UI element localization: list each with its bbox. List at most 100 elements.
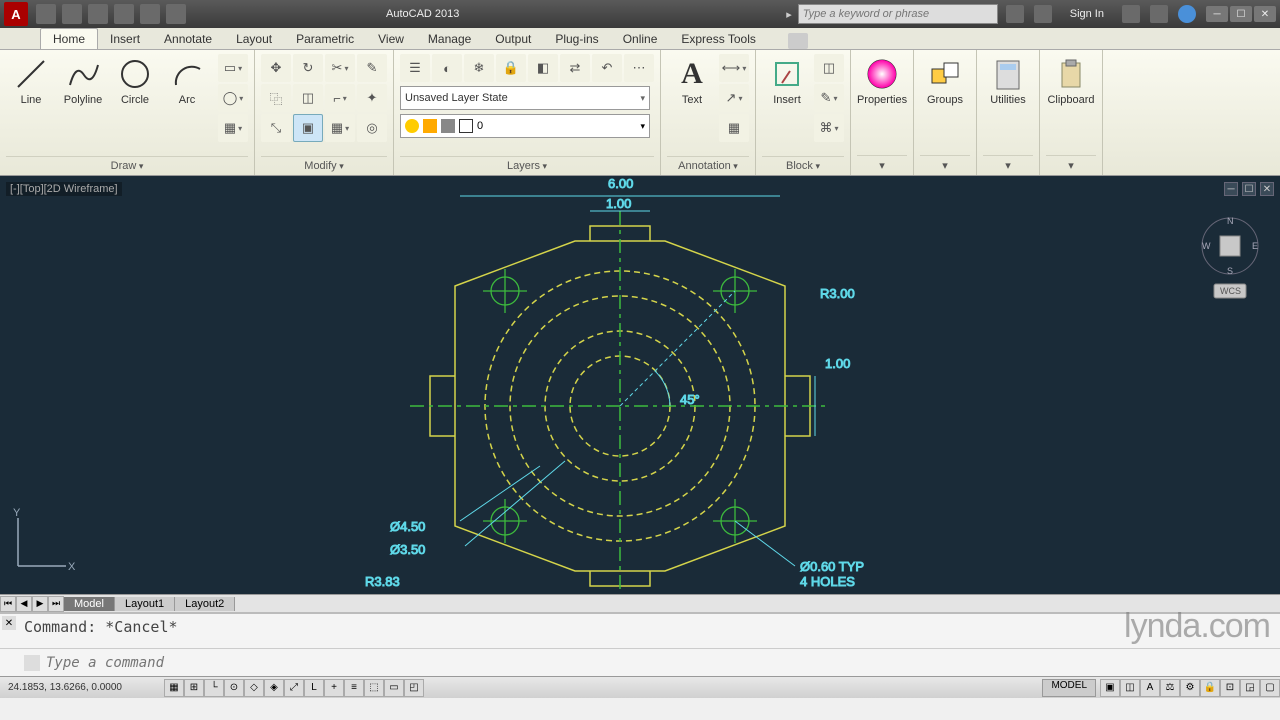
exchange-icon[interactable] <box>1122 5 1140 23</box>
tab-options-icon[interactable] <box>788 33 808 49</box>
otrack-toggle[interactable]: ⤢ <box>284 679 304 697</box>
arc-button[interactable]: Arc <box>162 54 212 142</box>
tab-first-icon[interactable]: ⏮ <box>0 596 16 612</box>
panel-clipboard-title[interactable]: ▾ <box>1068 160 1074 172</box>
qat-undo-icon[interactable] <box>114 4 134 24</box>
search-icon[interactable] <box>1006 5 1024 23</box>
panel-groups-title[interactable]: ▾ <box>942 160 948 172</box>
3dosnap-toggle[interactable]: ◈ <box>264 679 284 697</box>
status-annovis-icon[interactable]: ⚖ <box>1160 679 1180 697</box>
text-button[interactable]: AText <box>667 54 717 142</box>
explode-button[interactable]: ✦ <box>357 84 387 112</box>
tab-prev-icon[interactable]: ◀ <box>16 596 32 612</box>
tab-output[interactable]: Output <box>483 29 543 49</box>
copy-button[interactable]: ⿻ <box>261 84 291 112</box>
polyline-button[interactable]: Polyline <box>58 54 108 142</box>
panel-properties-title[interactable]: ▾ <box>879 160 885 172</box>
osnap-toggle[interactable]: ◇ <box>244 679 264 697</box>
panel-layers-title[interactable]: Layers <box>507 160 547 172</box>
signin-link[interactable]: Sign In <box>1070 8 1104 20</box>
tab-layout1[interactable]: Layout1 <box>115 597 175 611</box>
table-button[interactable]: ▦ <box>719 114 749 142</box>
status-quickview-icon[interactable]: ◫ <box>1120 679 1140 697</box>
dyn-toggle[interactable]: + <box>324 679 344 697</box>
layer-state-dropdown[interactable]: Unsaved Layer State▾ <box>400 86 650 110</box>
panel-modify-title[interactable]: Modify <box>304 160 343 172</box>
hatch-button[interactable]: ▦ <box>218 114 248 142</box>
mirror-button[interactable]: ◫ <box>293 84 323 112</box>
layer-freeze-button[interactable]: ❄ <box>464 54 494 82</box>
polar-toggle[interactable]: ⊙ <box>224 679 244 697</box>
ellipse-button[interactable]: ◯ <box>218 84 248 112</box>
dim-linear-button[interactable]: ⟷ <box>719 54 749 82</box>
layer-match-button[interactable]: ⇄ <box>560 54 590 82</box>
status-ws-icon[interactable]: ⚙ <box>1180 679 1200 697</box>
status-lock-icon[interactable]: 🔒 <box>1200 679 1220 697</box>
tpy-toggle[interactable]: ⬚ <box>364 679 384 697</box>
tab-online[interactable]: Online <box>611 29 670 49</box>
grid-toggle[interactable]: ⊞ <box>184 679 204 697</box>
layer-iso-button[interactable]: ◧ <box>528 54 558 82</box>
qp-toggle[interactable]: ▭ <box>384 679 404 697</box>
qat-print-icon[interactable] <box>166 4 186 24</box>
tab-last-icon[interactable]: ⏭ <box>48 596 64 612</box>
view-cube[interactable]: N S W E WCS <box>1200 216 1260 286</box>
scale-button[interactable]: ▣ <box>293 114 323 142</box>
array-button[interactable]: ▦ <box>325 114 355 142</box>
tab-insert[interactable]: Insert <box>98 29 152 49</box>
rectangle-button[interactable]: ▭ <box>218 54 248 82</box>
qat-new-icon[interactable] <box>36 4 56 24</box>
panel-draw-title[interactable]: Draw <box>111 160 144 172</box>
search-input[interactable] <box>798 4 998 24</box>
tab-view[interactable]: View <box>366 29 416 49</box>
qat-open-icon[interactable] <box>62 4 82 24</box>
lwt-toggle[interactable]: ≡ <box>344 679 364 697</box>
qat-save-icon[interactable] <box>88 4 108 24</box>
app-logo[interactable]: A <box>4 2 28 26</box>
insert-button[interactable]: Insert <box>762 54 812 142</box>
layer-prop-button[interactable]: ☰ <box>400 54 430 82</box>
status-layout-icon[interactable]: ▣ <box>1100 679 1120 697</box>
tab-next-icon[interactable]: ▶ <box>32 596 48 612</box>
layer-more-button[interactable]: ⋯ <box>624 54 654 82</box>
tab-layout[interactable]: Layout <box>224 29 284 49</box>
cmd-close-icon[interactable]: ✕ <box>2 616 16 630</box>
tab-parametric[interactable]: Parametric <box>284 29 366 49</box>
tab-home[interactable]: Home <box>40 28 98 49</box>
tab-plugins[interactable]: Plug-ins <box>543 29 610 49</box>
tab-express[interactable]: Express Tools <box>669 29 767 49</box>
groups-button[interactable]: Groups <box>920 54 970 108</box>
sc-toggle[interactable]: ◰ <box>404 679 424 697</box>
clipboard-button[interactable]: Clipboard <box>1046 54 1096 108</box>
panel-annotation-title[interactable]: Annotation <box>678 160 738 172</box>
layer-off-button[interactable]: ◐ <box>432 54 462 82</box>
properties-button[interactable]: Properties <box>857 54 907 108</box>
circle-button[interactable]: Circle <box>110 54 160 142</box>
coordinates[interactable]: 24.1853, 13.6266, 0.0000 <box>0 682 160 693</box>
utilities-button[interactable]: Utilities <box>983 54 1033 108</box>
close-button[interactable]: ✕ <box>1254 6 1276 22</box>
tab-manage[interactable]: Manage <box>416 29 483 49</box>
tab-model[interactable]: Model <box>64 597 115 611</box>
status-hw-icon[interactable]: ⊡ <box>1220 679 1240 697</box>
snap-toggle[interactable]: ▦ <box>164 679 184 697</box>
ortho-toggle[interactable]: └ <box>204 679 224 697</box>
qat-redo-icon[interactable] <box>140 4 160 24</box>
erase-button[interactable]: ✎ <box>357 54 387 82</box>
create-block-button[interactable]: ◫ <box>814 54 844 82</box>
block-attr-button[interactable]: ⌘ <box>814 114 844 142</box>
fillet-button[interactable]: ⌐ <box>325 84 355 112</box>
maximize-button[interactable]: ☐ <box>1230 6 1252 22</box>
rotate-button[interactable]: ↻ <box>293 54 323 82</box>
space-toggle[interactable]: MODEL <box>1042 679 1096 697</box>
ducs-toggle[interactable]: L <box>304 679 324 697</box>
status-iso-icon[interactable]: ◲ <box>1240 679 1260 697</box>
drawing-area[interactable]: [-][Top][2D Wireframe] ─ ☐ ✕ <box>0 176 1280 594</box>
help-icon[interactable] <box>1178 5 1196 23</box>
trim-button[interactable]: ✂ <box>325 54 355 82</box>
status-clean-icon[interactable]: ▢ <box>1260 679 1280 697</box>
move-button[interactable]: ✥ <box>261 54 291 82</box>
status-annoscale-icon[interactable]: A <box>1140 679 1160 697</box>
line-button[interactable]: Line <box>6 54 56 142</box>
layer-current-dropdown[interactable]: 0 ▾ <box>400 114 650 138</box>
